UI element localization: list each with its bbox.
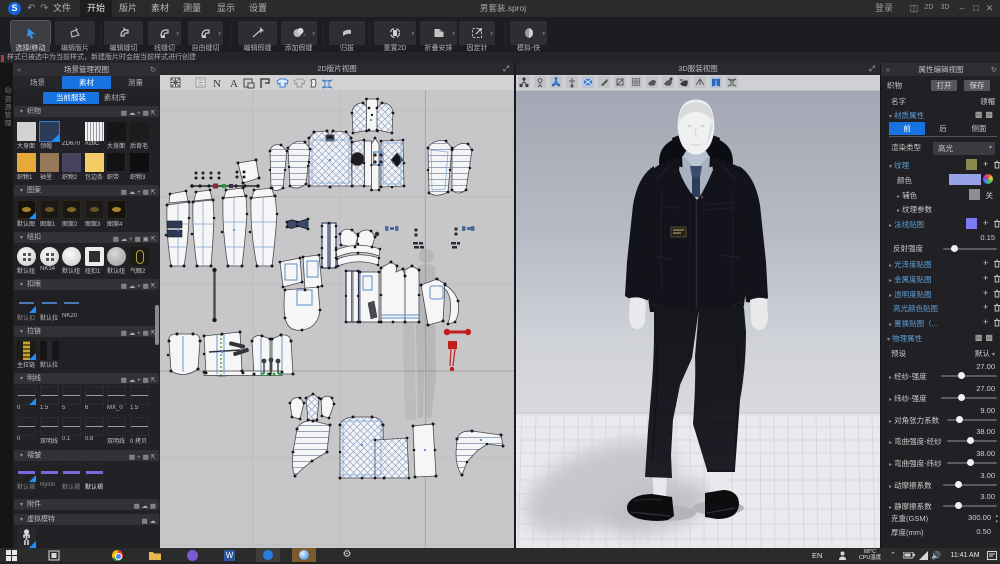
svg-text:N: N [213, 78, 221, 89]
svg-text:A: A [230, 78, 238, 89]
